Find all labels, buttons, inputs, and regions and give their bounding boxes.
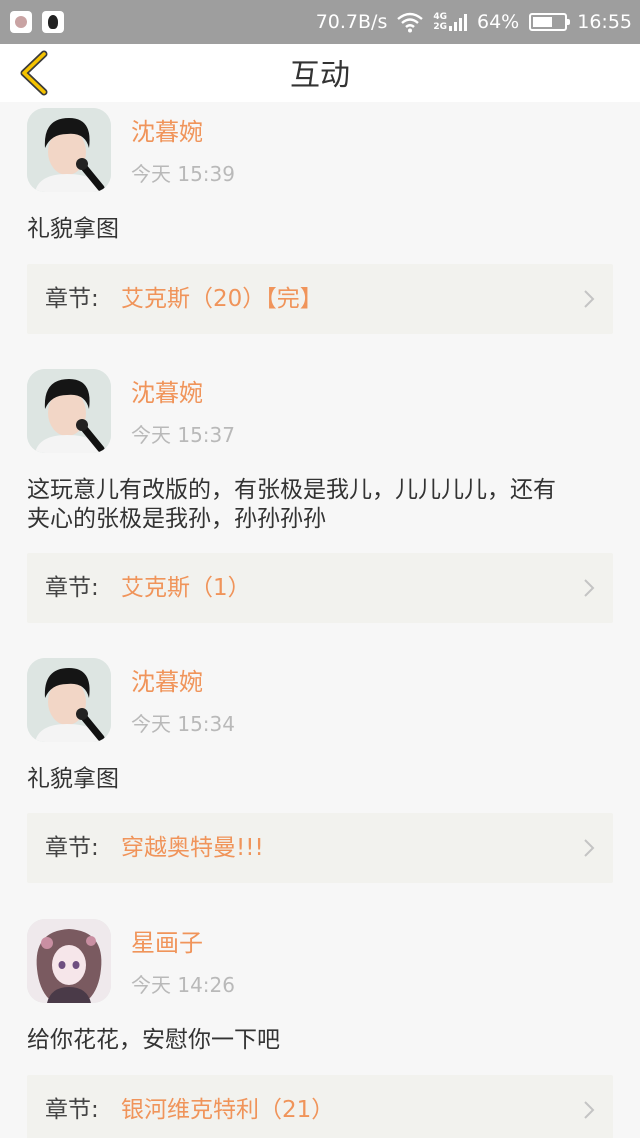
battery-fill <box>533 17 553 27</box>
chapter-title: 银河维克特利（21） <box>121 1097 335 1123</box>
username[interactable]: 沈暮婉 <box>131 118 203 146</box>
cellular-signal-icon: 4G 2G <box>433 12 467 32</box>
page-title: 互动 <box>290 58 350 93</box>
timestamp: 今天 15:37 <box>131 423 235 447</box>
chapter-title: 穿越奥特曼!!! <box>121 835 264 861</box>
comment-text: 这玩意儿有改版的，有张极是我儿，儿儿儿儿，还有 夹心的张极是我孙，孙孙孙孙 <box>27 476 613 534</box>
avatar[interactable] <box>27 108 111 192</box>
chapter-link[interactable]: 章节: 艾克斯（20）【完】 <box>27 264 613 334</box>
chapter-label: 章节: <box>45 286 99 312</box>
chevron-right-icon <box>584 579 595 597</box>
qq-notification-icon <box>42 11 64 33</box>
net-speed: 70.7B/s <box>315 11 388 33</box>
interaction-feed[interactable]: 沈暮婉 今天 15:39 礼貌拿图 章节: 艾克斯（20）【完】 沈暮婉 今天 … <box>0 102 640 1138</box>
clock: 16:55 <box>577 11 632 33</box>
chapter-label: 章节: <box>45 835 99 861</box>
status-bar: 70.7B/s 4G 2G 64% 16:55 <box>0 0 640 44</box>
chapter-link[interactable]: 章节: 穿越奥特曼!!! <box>27 813 613 883</box>
chevron-right-icon <box>584 1101 595 1119</box>
avatar[interactable] <box>27 369 111 453</box>
username[interactable]: 沈暮婉 <box>131 379 203 407</box>
timestamp: 今天 14:26 <box>131 973 235 997</box>
chapter-title: 艾克斯（1） <box>121 575 251 601</box>
comment-line: 这玩意儿有改版的，有张极是我儿，儿儿儿儿，还有 <box>27 477 556 503</box>
chevron-right-icon <box>584 290 595 308</box>
wifi-icon <box>397 12 424 33</box>
battery-percent: 64% <box>477 11 520 33</box>
chevron-right-icon <box>584 839 595 857</box>
avatar[interactable] <box>27 919 111 1003</box>
net-2g-label: 2G <box>433 22 447 32</box>
comment-text: 礼貌拿图 <box>27 216 119 242</box>
chapter-label: 章节: <box>45 575 99 601</box>
battery-icon <box>529 13 571 31</box>
net-4g-label: 4G <box>433 12 447 22</box>
avatar[interactable] <box>27 658 111 742</box>
chapter-link[interactable]: 章节: 银河维克特利（21） <box>27 1075 613 1138</box>
username[interactable]: 星画子 <box>131 929 203 957</box>
timestamp: 今天 15:34 <box>131 712 235 736</box>
notification-icons <box>10 11 64 33</box>
comment-text: 给你花花，安慰你一下吧 <box>27 1027 280 1053</box>
comment-text: 礼貌拿图 <box>27 766 119 792</box>
chapter-title: 艾克斯（20）【完】 <box>121 286 323 312</box>
chapter-link[interactable]: 章节: 艾克斯（1） <box>27 553 613 623</box>
username[interactable]: 沈暮婉 <box>131 668 203 696</box>
comment-line: 夹心的张极是我孙，孙孙孙孙 <box>27 506 326 532</box>
chapter-label: 章节: <box>45 1097 99 1123</box>
app-notification-icon <box>10 11 32 33</box>
timestamp: 今天 15:39 <box>131 162 235 186</box>
nav-bar: 互动 <box>0 44 640 102</box>
